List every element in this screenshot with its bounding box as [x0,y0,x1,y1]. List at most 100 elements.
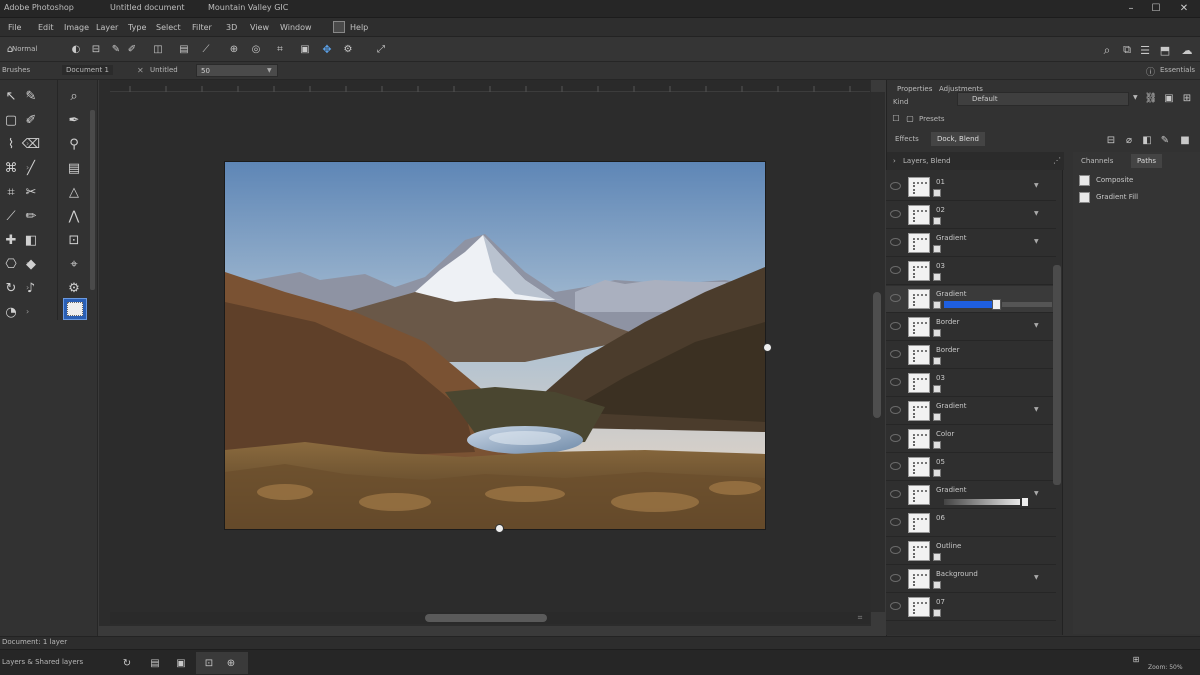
menu-window[interactable]: Window [280,23,312,32]
dodge-tool-icon[interactable]: ◔ › [0,302,29,322]
eye-icon[interactable] [890,322,901,330]
airbrush-icon[interactable]: ✐ [126,43,138,55]
pen-tool-icon[interactable]: ⤢ [374,43,388,55]
cloud-icon[interactable]: ☁ [1180,43,1194,57]
comment-icon[interactable]: ☰ [1138,43,1152,57]
layer-row[interactable]: Background ▼ [886,566,1056,593]
pencil-tool-icon[interactable]: ✐ [20,110,42,130]
gradient-stop[interactable] [1022,498,1028,506]
healing-tool-icon[interactable]: ✚ › [0,230,30,250]
maximize-icon[interactable]: ☐ [1145,1,1167,17]
panel-menu-icon[interactable]: ⋰ [1053,156,1061,165]
paint-brush-icon[interactable]: ╱ [20,158,42,178]
horizontal-scroll-thumb[interactable] [425,614,547,622]
chevron-down-icon[interactable]: ▼ [1034,490,1039,497]
square-icon[interactable]: ■ [1179,134,1191,146]
layers-toggle-icon[interactable]: ▤ [178,43,190,55]
scroll-corner-icon[interactable]: ⌗ [855,613,865,623]
layer-row[interactable]: Gradient ▼ [886,398,1056,425]
transform-icon[interactable]: ✥ [320,42,334,56]
sponge-tool-icon[interactable]: ◆ [20,254,42,274]
path-select-icon[interactable]: △ [63,182,85,202]
menu-file[interactable]: File [8,23,21,32]
eye-icon[interactable] [890,210,901,218]
camera-icon[interactable]: ▣ [298,43,312,55]
tab-close-icon[interactable]: ✕ [137,66,144,75]
crop-icon[interactable]: ⌗ [274,43,286,55]
tab-dock-blend[interactable]: Dock, Blend [931,132,985,146]
eye-icon[interactable] [890,462,901,470]
lasso-tool-icon[interactable]: ⌇ › [0,134,29,154]
layer-row[interactable]: Gradient ▼ [886,230,1056,257]
fit-screen-icon[interactable]: ⊡ [202,656,216,670]
magic-wand-icon[interactable]: ⚙ [63,278,85,298]
menu-view[interactable]: View [250,23,269,32]
opacity-slider-fill[interactable] [944,301,992,308]
move-tool-icon[interactable]: ↖ › [0,86,30,106]
layer-row[interactable]: Outline [886,538,1056,565]
layer-row[interactable]: 05 [886,454,1056,481]
eye-icon[interactable] [890,490,901,498]
menu-type[interactable]: Type [128,23,146,32]
menu-3d[interactable]: 3D [226,23,237,32]
brush-preset-icon[interactable]: ◐ [70,43,82,55]
history-brush-icon[interactable]: ↻ › [0,278,30,298]
pin-tool-icon[interactable]: ⚲ [63,134,85,154]
globe-icon[interactable]: ◎ [250,43,262,55]
eye-icon[interactable] [890,434,901,442]
quick-select-icon[interactable]: ⌘ › [0,158,30,178]
blur-tool-icon[interactable]: ♪ [20,278,42,298]
eye-icon[interactable] [890,238,901,246]
checkbox-icon[interactable]: ☐ [891,113,901,123]
eye-icon[interactable] [890,406,901,414]
zoom-in-icon[interactable]: ⊕ [228,43,240,55]
export-icon[interactable]: ⬒ [1158,43,1172,57]
shape-tool-icon[interactable]: ⋀ [63,206,85,226]
chevron-down-icon[interactable]: ▼ [1034,574,1039,581]
symmetry-icon[interactable]: ◫ [152,43,164,55]
workspace-label[interactable]: Essentials [1160,66,1195,74]
eraser-tool-icon[interactable]: ⌫ [20,134,42,154]
menu-help[interactable]: Help [350,23,368,32]
grid-view-icon[interactable]: ⊞ [1130,654,1142,664]
marquee-tool-icon[interactable]: ▢ › [0,110,29,130]
rotate-tool-icon[interactable]: ⌖ [63,254,85,274]
panel-icon[interactable]: ▤ [148,656,162,670]
chevron-down-icon[interactable]: ▼ [1034,210,1039,217]
menu-layer[interactable]: Layer [96,23,118,32]
grid-icon[interactable]: ⊞ [1181,92,1193,104]
pen-tool-icon[interactable]: ✒ [63,110,85,130]
eye-icon[interactable] [890,602,901,610]
menu-edit[interactable]: Edit [38,23,54,32]
history-icon[interactable]: ↻ [120,656,134,670]
resize-handle-bottom[interactable] [495,524,504,533]
active-view-toggle[interactable]: ⊡ ⊕ [196,652,248,674]
tab-properties[interactable]: Properties [891,82,938,96]
gradient-tool-icon[interactable]: ◧ [20,230,42,250]
zoom-tool-icon[interactable]: ⌕ [63,86,85,106]
frame-icon[interactable]: ▣ [174,656,188,670]
hand-tool-icon[interactable]: ⊡ [63,230,85,250]
tab-document-1[interactable]: Document 1 [62,65,113,75]
scissors-tool-icon[interactable]: ✂ [20,182,42,202]
layer-row[interactable]: Border ▼ [886,314,1056,341]
smudge-tool-icon[interactable]: ✏ [20,206,42,226]
link-icon[interactable]: ⛓ [1145,92,1158,104]
menu-image[interactable]: Image [64,23,89,32]
tab-document-2[interactable]: Untitled [150,66,178,74]
chevron-down-icon[interactable]: ▼ [1034,322,1039,329]
layer-row[interactable]: Color [886,426,1056,453]
document-image[interactable] [225,162,765,529]
layer-row[interactable]: Gradient ▼ [886,482,1056,509]
brush-icon[interactable]: ✎ [1159,134,1171,146]
zoom-view-icon[interactable]: ⊕ [224,656,238,670]
layer-row[interactable]: 03 [886,258,1056,285]
layer-row[interactable]: 06 [886,510,1056,537]
layer-row[interactable]: 02 ▼ [886,202,1056,229]
layers-list[interactable]: 01 ▼ 02 ▼ Gradient ▼ 03 Gradient Border … [886,170,1063,635]
eye-icon[interactable] [890,518,901,526]
eye-icon[interactable] [890,294,901,302]
opacity-slider-track[interactable] [1002,302,1052,307]
stamp-tool-icon[interactable]: ⎔ › [0,254,29,274]
eyedropper-icon[interactable]: ⟋ [200,43,212,55]
